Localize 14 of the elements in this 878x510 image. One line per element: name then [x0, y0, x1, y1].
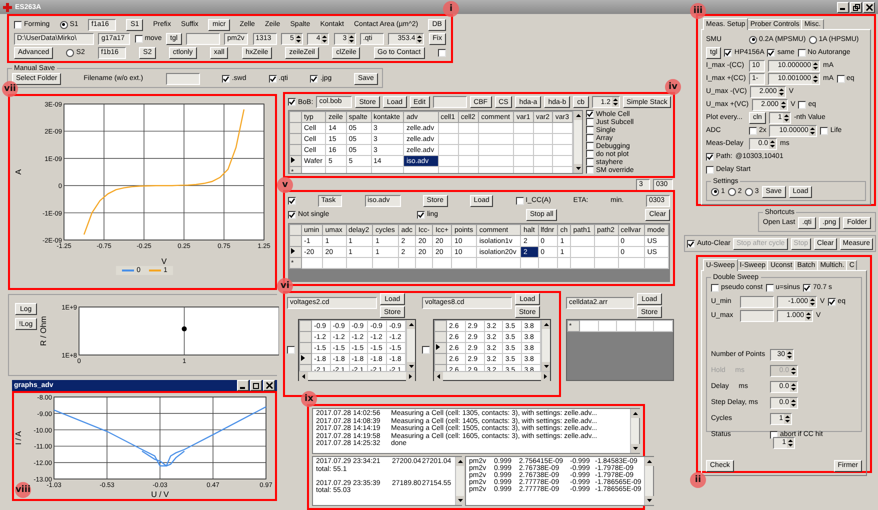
annotation-badge: iii [690, 3, 706, 19]
annotation-badge: iv [665, 79, 681, 95]
annotation-badge: viii [15, 482, 31, 498]
annotation-badge: ix [301, 391, 317, 407]
annotation-badge: i [443, 1, 459, 17]
axis-title: R / Ohm [38, 316, 48, 346]
annotation-badge: vi [277, 278, 293, 294]
axis-title: A [14, 169, 23, 175]
axis-title: U / V [151, 490, 169, 499]
annotation-badge: v [277, 177, 293, 193]
annotation-badge: vii [2, 81, 18, 97]
annotation-badge: ii [690, 472, 706, 488]
axis-title: V [161, 257, 167, 266]
axis-title: I / A [14, 431, 23, 445]
